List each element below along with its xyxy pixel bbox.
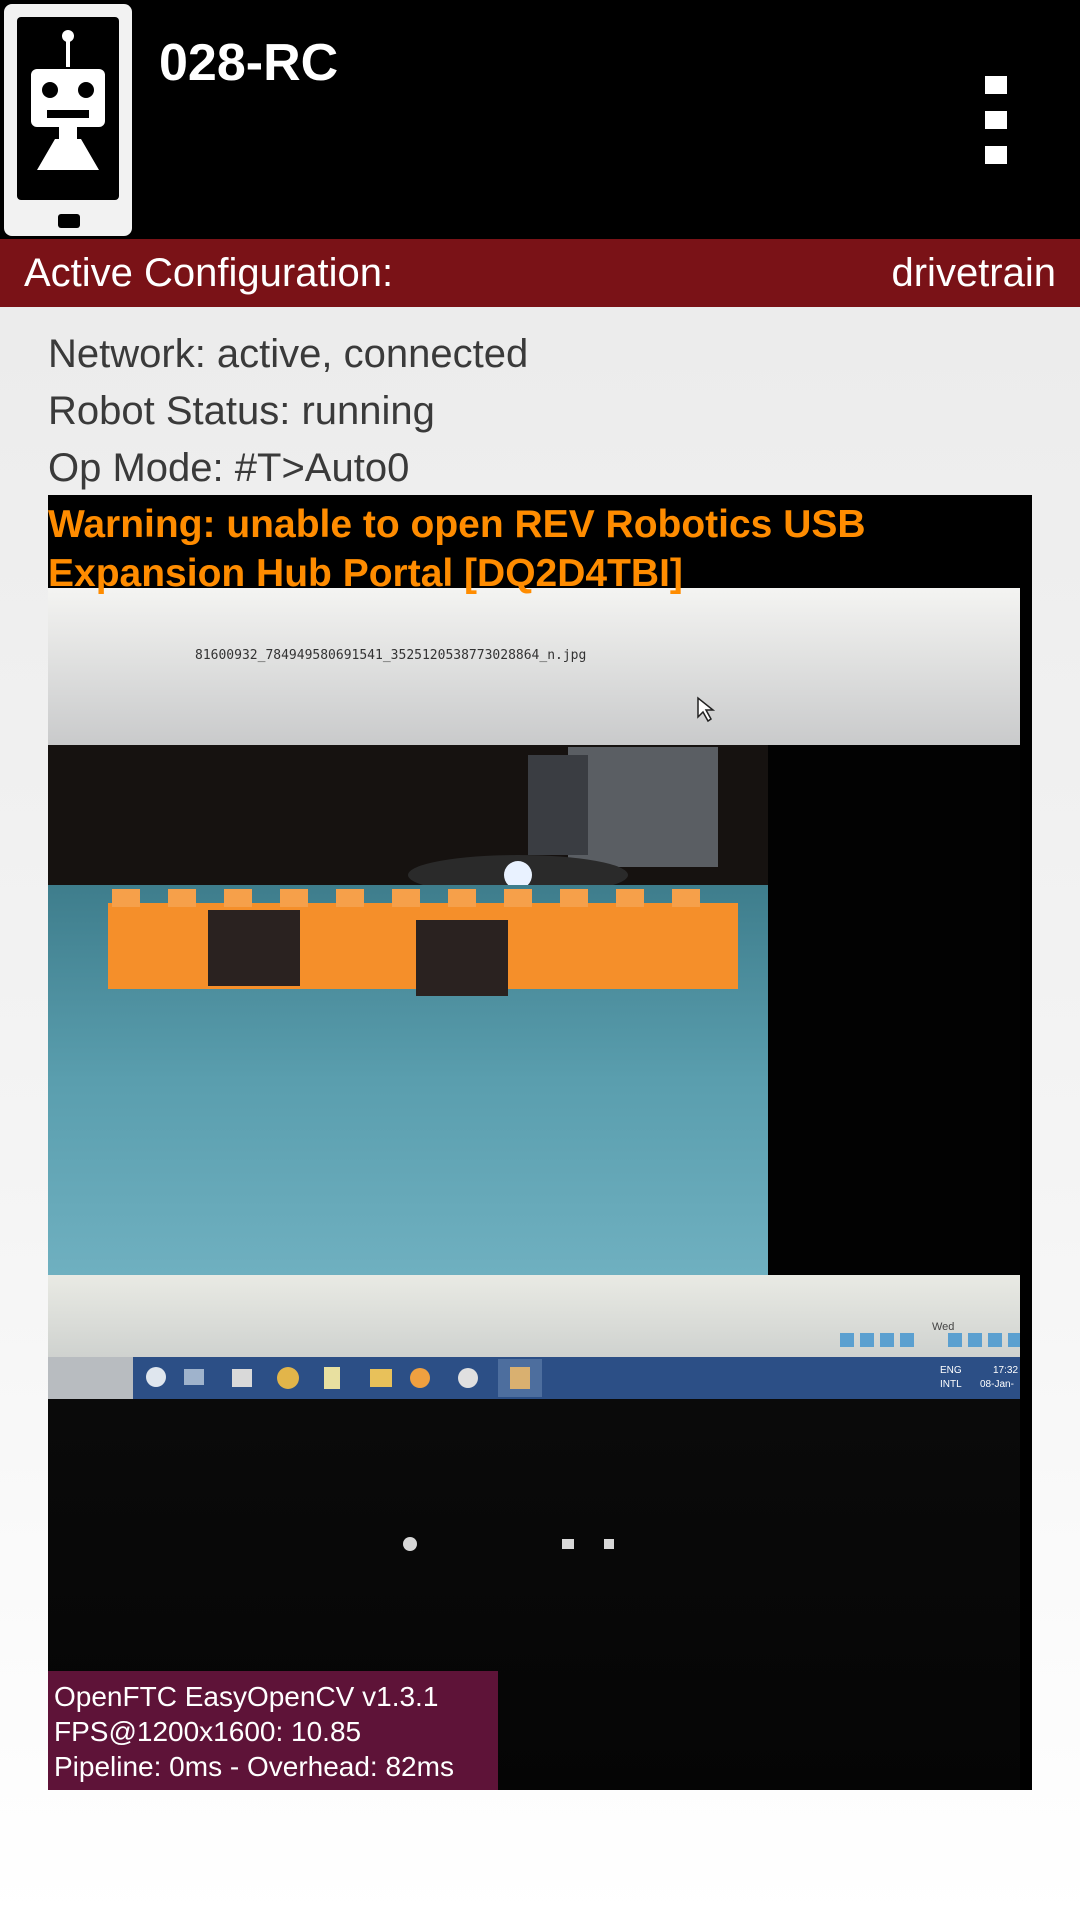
app-bar: 028-RC [0,0,1080,239]
tray-layout: INTL [940,1379,962,1390]
robot-status: Robot Status: running [48,389,435,433]
active-configuration-bar: Active Configuration: drivetrain [0,239,1080,307]
config-value: drivetrain [891,251,1056,295]
image-filename: 81600932_784949580691541_352512053877302… [195,648,587,663]
stats-pipeline: Pipeline: 0ms - Overhead: 82ms [54,1751,454,1782]
tray-lang: ENG [940,1365,962,1376]
easyopencv-stats: OpenFTC EasyOpenCV v1.3.1 FPS@1200x1600:… [48,1671,498,1790]
tray-time: 17:32 [993,1365,1019,1376]
stats-fps: FPS@1200x1600: 10.85 [54,1716,362,1747]
app-title: 028-RC [159,34,339,92]
stats-version: OpenFTC EasyOpenCV v1.3.1 [54,1681,439,1712]
tray-date: 08-Jan- [980,1379,1014,1390]
robot-phone-icon [4,4,132,236]
op-mode-status: Op Mode: #T>Auto0 [48,446,410,490]
camera-preview: 81600932_784949580691541_352512053877302… [48,495,1032,1790]
warning-message: Warning: unable to open REV Robotics USB… [48,503,866,595]
tray-day: Wed [932,1321,955,1333]
more-vert-icon[interactable] [976,70,1016,170]
config-label: Active Configuration: [24,251,394,295]
camera-frame-image [48,588,1032,1790]
network-status: Network: active, connected [48,332,529,376]
